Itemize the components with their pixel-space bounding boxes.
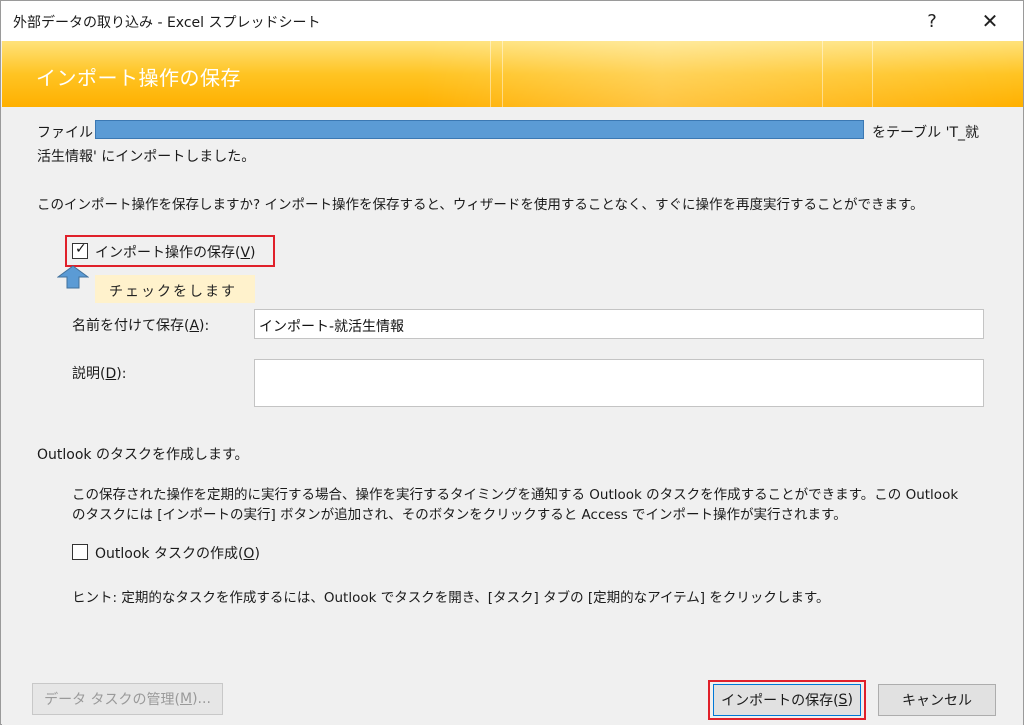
save-as-label: 名前を付けて保存(A): [72,318,210,334]
banner-title: インポート操作の保存 [36,66,241,90]
arrow-up-icon [57,265,89,289]
dialog-footer: データ タスクの管理(M)... インポートの保存(S) キャンセル [2,667,1023,725]
import-info-suffix: をテーブル 'T_就 [872,125,980,141]
help-icon: ? [927,10,937,32]
checkmark-icon: ✓ [75,241,87,257]
import-info-line2: 活生情報' にインポートしました。 [37,149,256,165]
description-input[interactable] [254,359,984,407]
title-bar: 外部データの取り込み - Excel スプレッドシート ? ✕ [1,1,1023,41]
cancel-button[interactable]: キャンセル [878,684,996,716]
outlook-description-line2: のタスクには [インポートの実行] ボタンが追加され、そのボタンをクリックすると… [72,507,847,523]
description-label: 説明(D): [72,366,127,382]
help-button[interactable]: ? [909,5,955,37]
outlook-task-label: Outlook タスクの作成(O) [95,546,260,562]
import-info-prefix: ファイル ' [37,125,102,141]
close-icon: ✕ [981,9,999,33]
save-import-checkbox[interactable]: ✓ [72,241,88,259]
import-dialog: 外部データの取り込み - Excel スプレッドシート ? ✕ インポート操作の… [0,0,1024,725]
save-import-label: インポート操作の保存(V) [95,245,256,261]
outlook-heading: Outlook のタスクを作成します。 [37,447,249,463]
header-banner: インポート操作の保存 [2,41,1023,107]
redacted-file-path [95,120,864,139]
save-question: このインポート操作を保存しますか? インポート操作を保存すると、ウィザードを使用… [37,197,924,213]
close-button[interactable]: ✕ [967,5,1013,37]
manage-data-tasks-button[interactable]: データ タスクの管理(M)... [32,683,223,715]
window-title: 外部データの取り込み - Excel スプレッドシート [13,15,321,31]
annotation-text: チェックをします [109,284,237,300]
save-as-value: インポート-就活生情報 [259,319,405,335]
outlook-description-line1: この保存された操作を定期的に実行する場合、操作を実行するタイミングを通知する O… [72,487,959,503]
banner-glow [422,41,1022,107]
annotation-callout: チェックをします [95,275,255,303]
outlook-task-checkbox[interactable] [72,544,88,560]
save-as-input[interactable]: インポート-就活生情報 [254,309,984,339]
save-import-button[interactable]: インポートの保存(S) [713,684,861,716]
hint-text: ヒント: 定期的なタスクを作成するには、Outlook でタスクを開き、[タスク… [72,590,830,606]
banner-stripe [502,41,503,107]
banner-stripe [822,41,823,107]
dialog-content: ファイル ' をテーブル 'T_就 活生情報' にインポートしました。 このイン… [2,107,1023,667]
banner-stripe [872,41,873,107]
banner-stripe [490,41,491,107]
